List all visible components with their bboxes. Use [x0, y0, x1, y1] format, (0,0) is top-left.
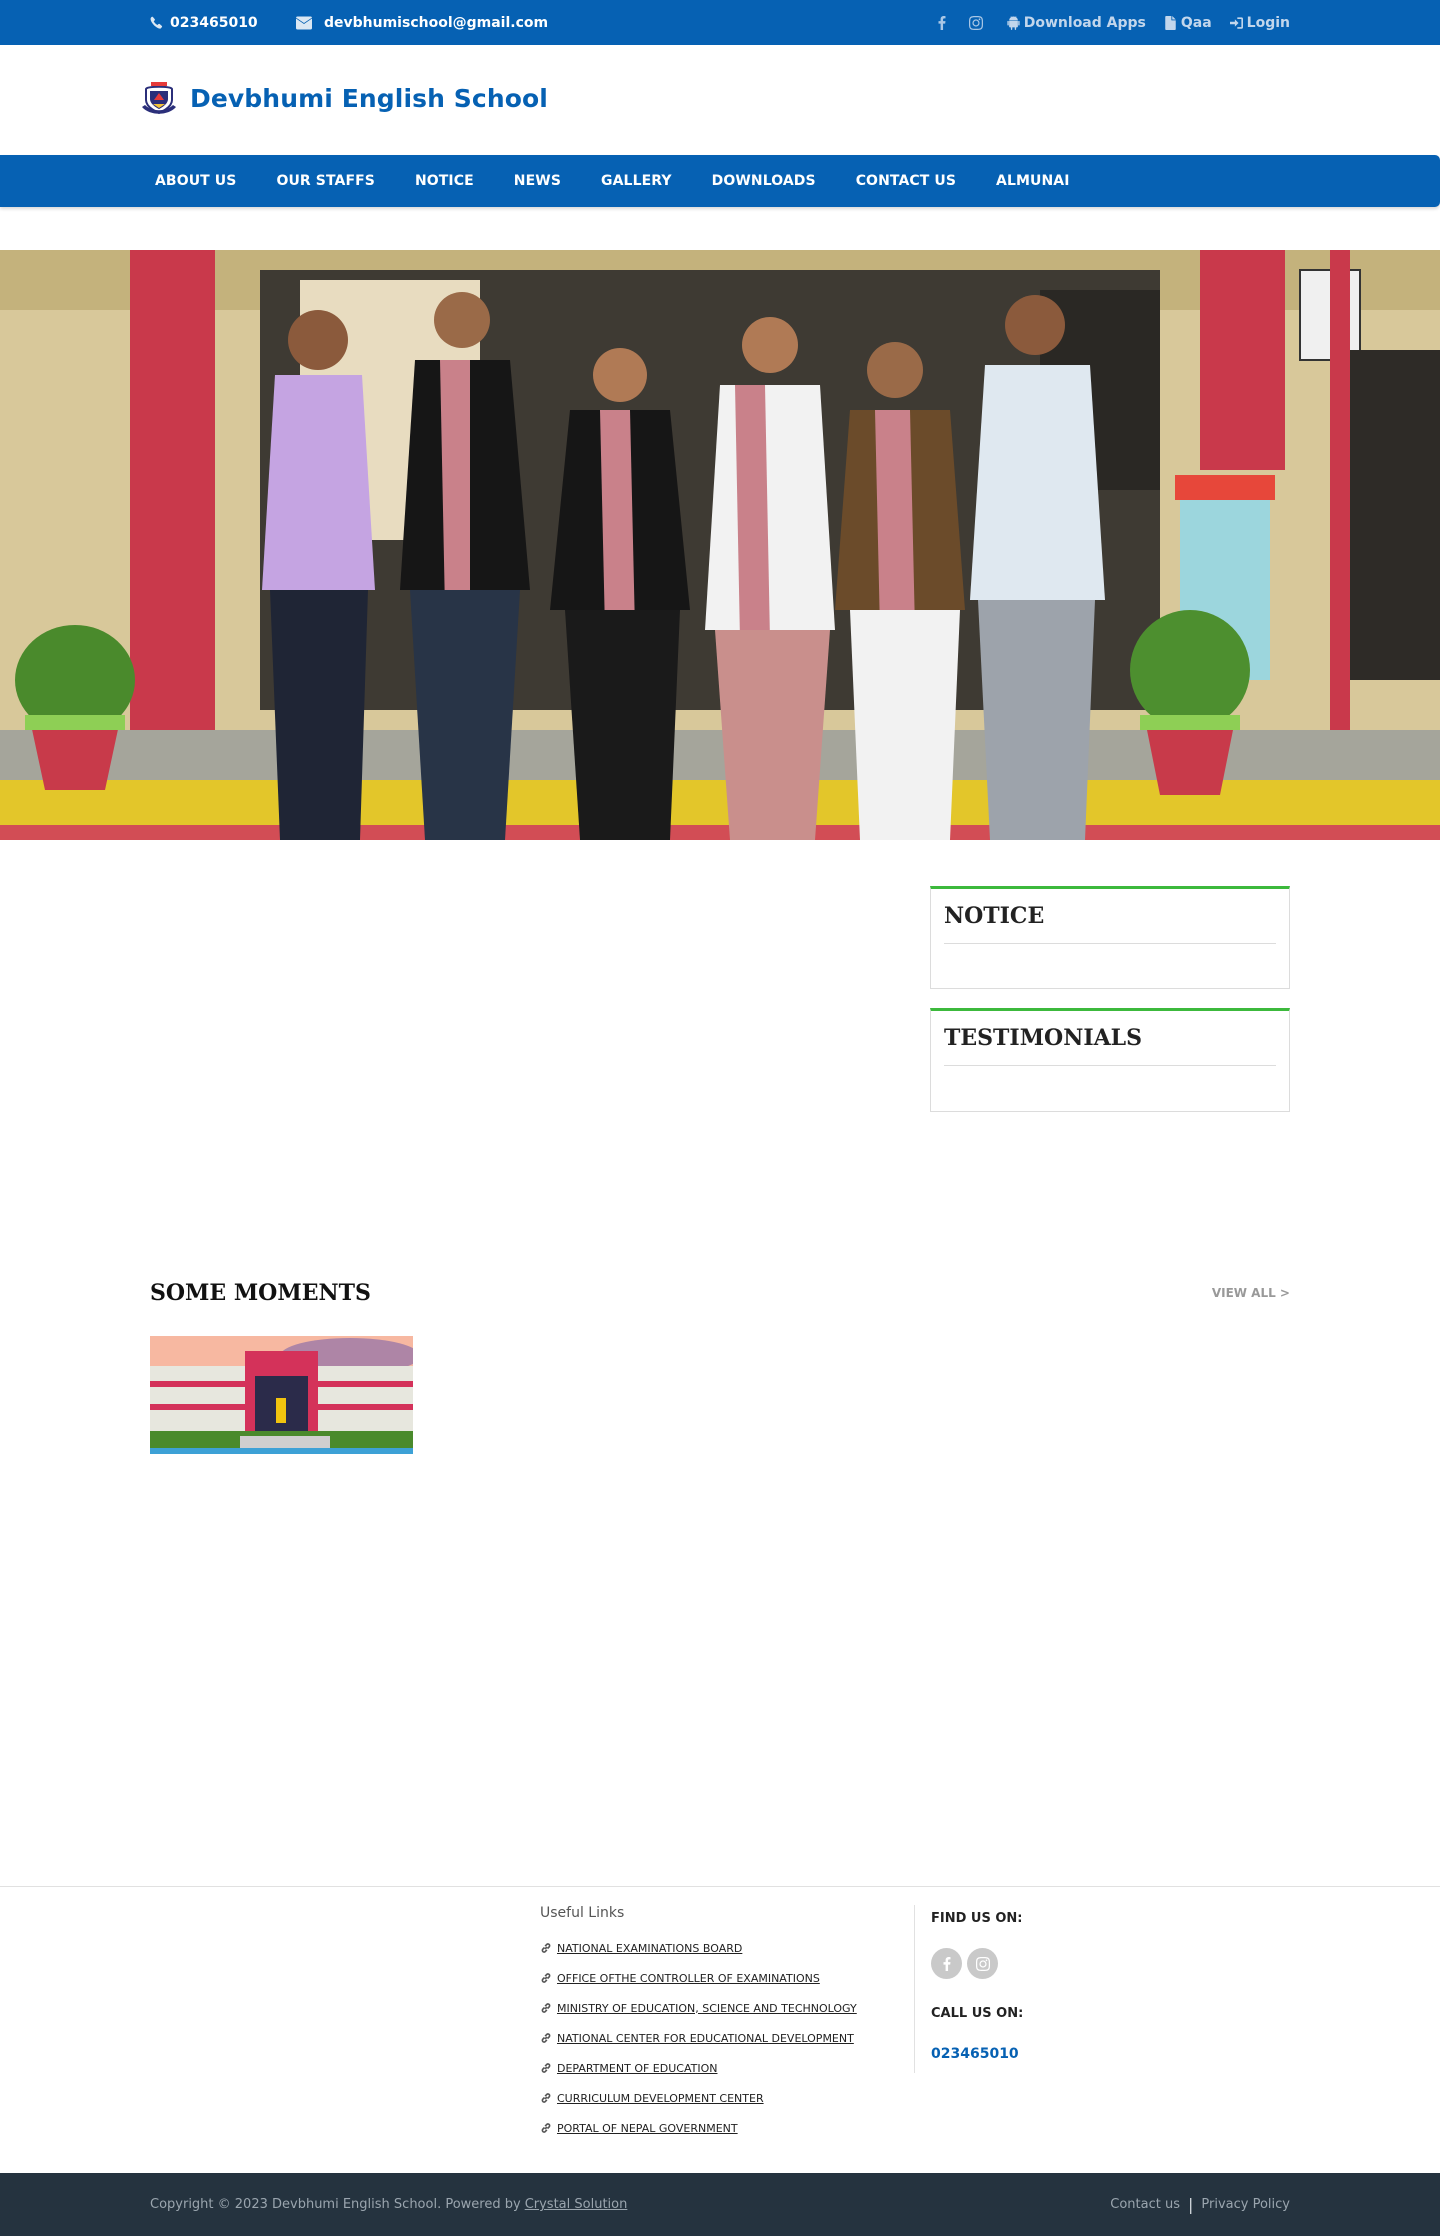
link-icon	[541, 2063, 551, 2073]
login-label: Login	[1246, 14, 1290, 31]
nav-item-gallery[interactable]: GALLERY	[581, 155, 692, 207]
useful-links-list: NATIONAL EXAMINATIONS BOARD OFFICE OFTHE…	[540, 1933, 857, 2143]
top-bar: 023465010 devbhumischool@gmail.com Downl…	[0, 0, 1440, 45]
download-apps-label: Download Apps	[1023, 14, 1146, 31]
copyright: Copyright © 2023 Devbhumi English School…	[150, 2173, 627, 2236]
useful-link[interactable]: MINISTRY OF EDUCATION, SCIENCE AND TECHN…	[540, 1993, 857, 2023]
notice-panel: NOTICE	[930, 886, 1290, 989]
instagram-icon[interactable]	[959, 15, 993, 30]
useful-link[interactable]: PORTAL OF NEPAL GOVERNMENT	[540, 2113, 857, 2143]
qaa-link[interactable]: Qaa	[1164, 15, 1212, 31]
useful-link[interactable]: NATIONAL EXAMINATIONS BOARD	[540, 1933, 857, 1963]
call-us-title: CALL US ON:	[931, 2006, 1024, 2021]
bottom-bar: Copyright © 2023 Devbhumi English School…	[0, 2173, 1440, 2236]
view-all-link[interactable]: VIEW ALL >	[1212, 1286, 1290, 1300]
topbar-email[interactable]: devbhumischool@gmail.com	[296, 0, 548, 45]
nav-item-downloads[interactable]: DOWNLOADS	[692, 155, 836, 207]
envelope-icon	[296, 15, 312, 29]
privacy-policy-link[interactable]: Privacy Policy	[1201, 2197, 1290, 2212]
useful-link[interactable]: DEPARTMENT OF EDUCATION	[540, 2053, 857, 2083]
facebook-icon[interactable]	[925, 15, 959, 30]
download-apps-link[interactable]: Download Apps	[1007, 15, 1146, 31]
moment-thumbnail[interactable]	[150, 1336, 413, 1454]
phone-icon	[150, 16, 163, 29]
link-icon	[541, 2123, 551, 2133]
nav-item-our-staffs[interactable]: OUR STAFFS	[256, 155, 395, 207]
document-icon	[1165, 15, 1176, 30]
site-brand[interactable]: Devbhumi English School	[140, 80, 548, 116]
contact-us-link[interactable]: Contact us	[1110, 2197, 1180, 2212]
call-us-number[interactable]: 023465010	[931, 2046, 1019, 2062]
sign-in-icon	[1229, 16, 1243, 29]
android-icon	[1007, 15, 1020, 30]
footer-social-icons	[931, 1948, 998, 1979]
link-separator: |	[1188, 2195, 1194, 2214]
link-icon	[541, 2033, 551, 2043]
nav-item-almunai[interactable]: ALMUNAI	[976, 155, 1090, 207]
link-icon	[541, 1943, 551, 1953]
useful-link[interactable]: NATIONAL CENTER FOR EDUCATIONAL DEVELOPM…	[540, 2023, 857, 2053]
footer-column-divider	[914, 1905, 915, 2073]
bottom-links: Contact us | Privacy Policy	[1110, 2173, 1290, 2236]
powered-by-link[interactable]: Crystal Solution	[525, 2197, 628, 2212]
main-navigation: ABOUT US OUR STAFFS NOTICE NEWS GALLERY …	[0, 155, 1440, 207]
testimonials-panel-body	[931, 1066, 1289, 1109]
moments-section-title: SOME MOMENTS	[150, 1280, 371, 1306]
hero-banner-image	[0, 250, 1440, 840]
nav-item-about-us[interactable]: ABOUT US	[135, 155, 256, 207]
school-name: Devbhumi English School	[190, 83, 548, 113]
useful-link[interactable]: CURRICULUM DEVELOPMENT CENTER	[540, 2083, 857, 2113]
login-link[interactable]: Login	[1229, 14, 1290, 31]
footer-instagram-icon[interactable]	[967, 1948, 998, 1979]
link-icon	[541, 2003, 551, 2013]
phone-number: 023465010	[170, 14, 258, 31]
footer-facebook-icon[interactable]	[931, 1948, 962, 1979]
testimonials-panel-title: TESTIMONIALS	[944, 1025, 1276, 1066]
link-icon	[541, 1973, 551, 1983]
testimonials-panel: TESTIMONIALS	[930, 1008, 1290, 1112]
notice-panel-body	[931, 944, 1289, 987]
nav-item-notice[interactable]: NOTICE	[395, 155, 494, 207]
useful-links-title: Useful Links	[540, 1905, 625, 1921]
copyright-text: Copyright © 2023 Devbhumi English School…	[150, 2197, 521, 2212]
topbar-right-links: Download Apps Qaa Login	[925, 0, 1290, 45]
qaa-label: Qaa	[1180, 14, 1212, 31]
find-us-title: FIND US ON:	[931, 1911, 1023, 1926]
nav-item-contact-us[interactable]: CONTACT US	[836, 155, 976, 207]
footer-divider	[0, 1886, 1440, 1887]
school-logo	[142, 82, 176, 115]
link-icon	[541, 2093, 551, 2103]
topbar-phone[interactable]: 023465010	[150, 0, 258, 45]
nav-item-news[interactable]: NEWS	[494, 155, 581, 207]
notice-panel-title: NOTICE	[944, 903, 1276, 944]
useful-link[interactable]: OFFICE OFTHE CONTROLLER OF EXAMINATIONS	[540, 1963, 857, 1993]
email-address: devbhumischool@gmail.com	[324, 14, 549, 31]
